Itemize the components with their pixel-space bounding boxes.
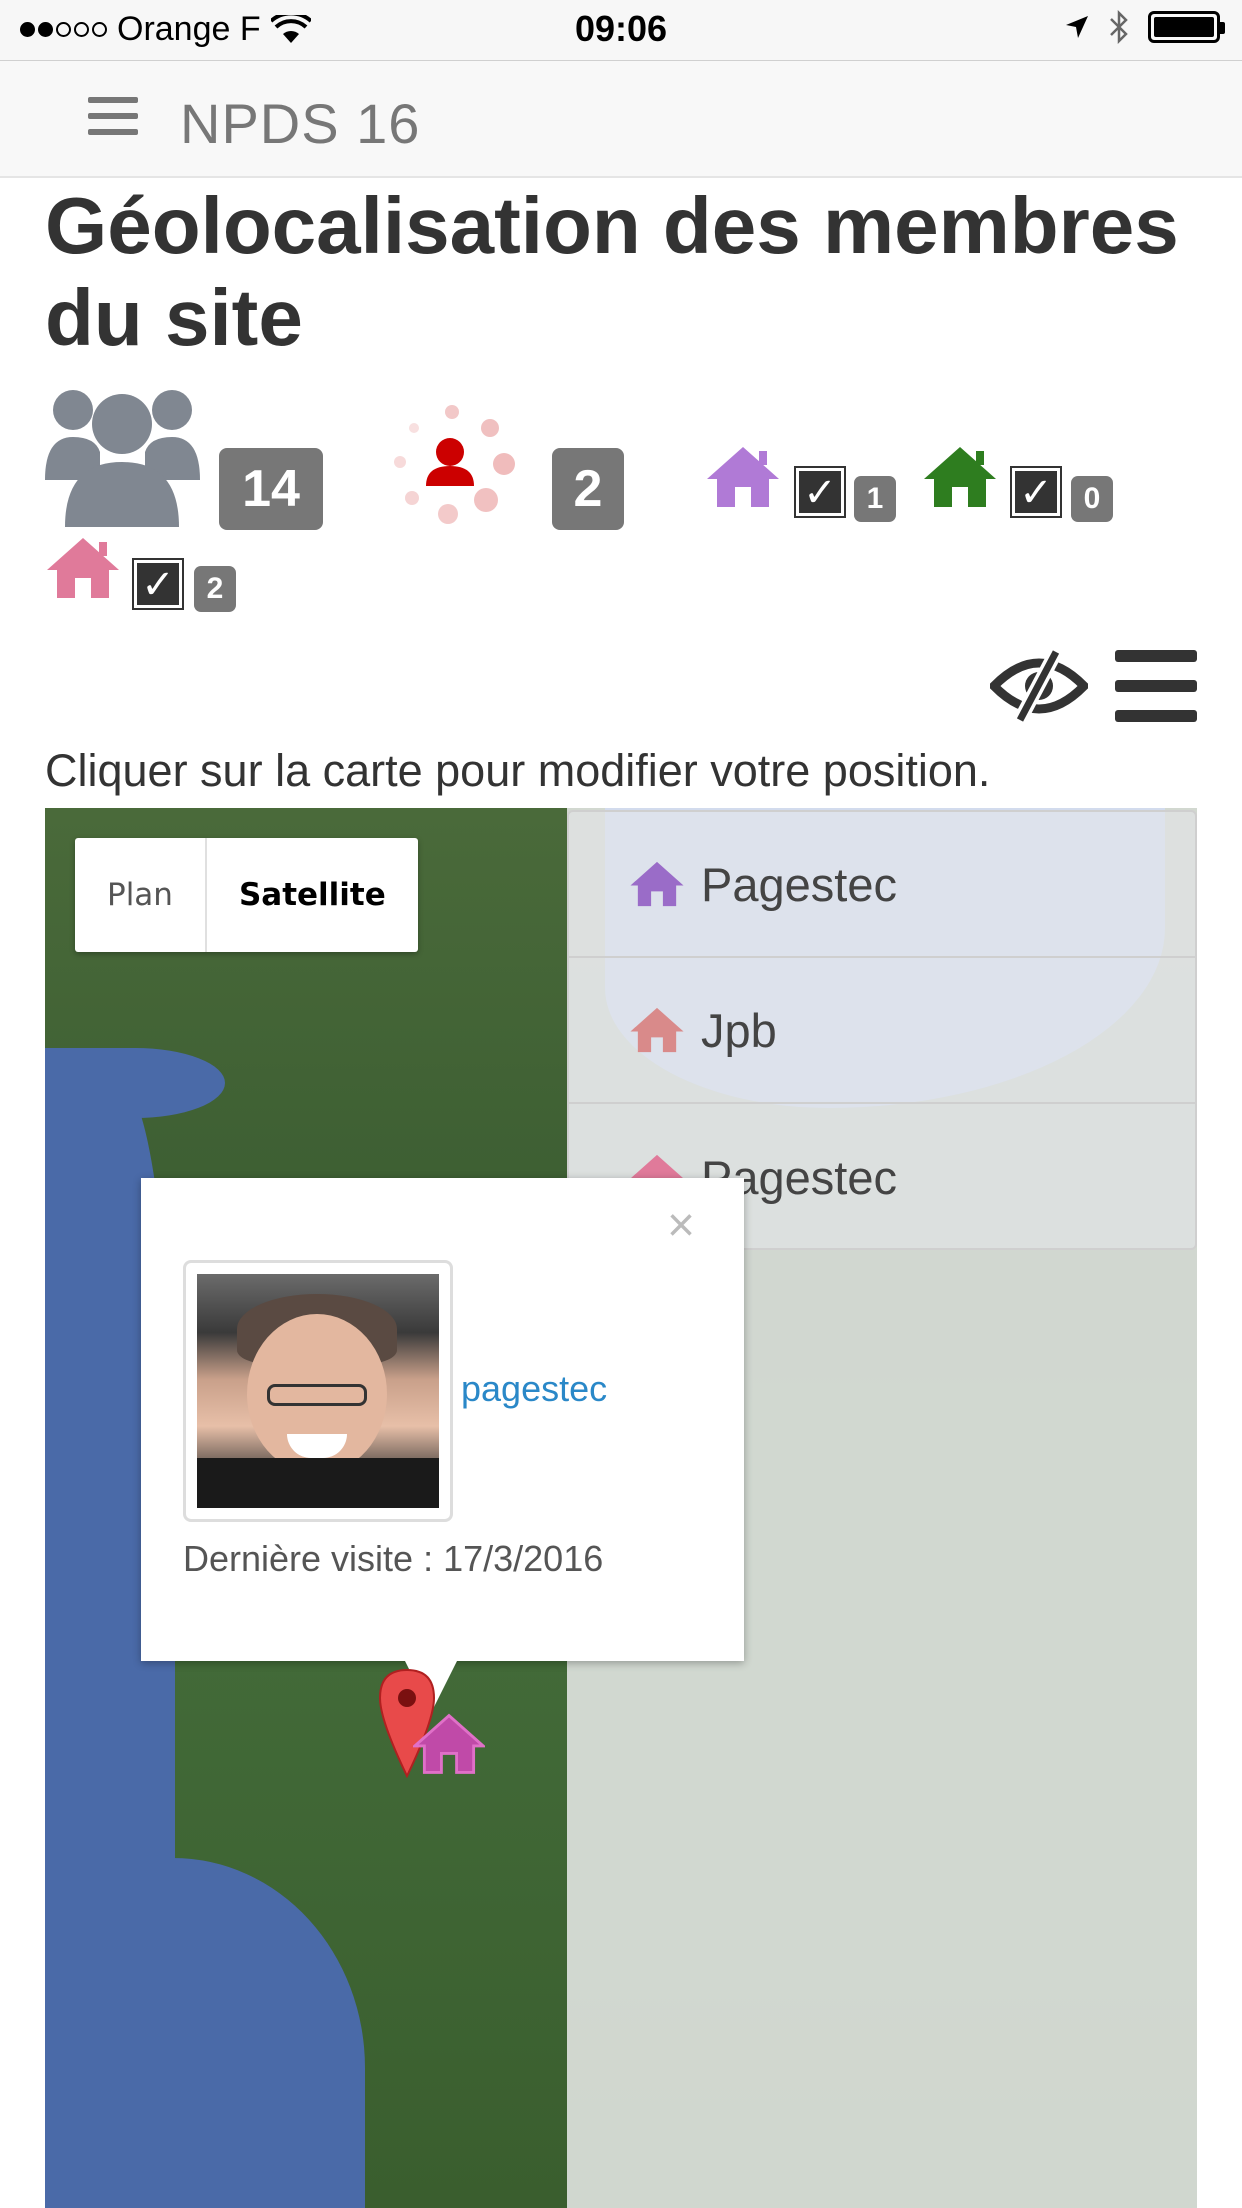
map-type-plan-button[interactable]: Plan	[75, 838, 207, 952]
home-icon[interactable]	[45, 536, 121, 600]
stats-row: 14 2 ✓ 1 ✓ 0 ✓ 2	[0, 370, 1242, 630]
home-icon	[630, 861, 684, 907]
legend-item[interactable]: Pagestec	[569, 812, 1195, 958]
avatar[interactable]	[183, 1260, 453, 1522]
filter-count-badge: 0	[1071, 476, 1113, 522]
location-arrow-icon	[1066, 16, 1088, 38]
navbar: NPDS 16	[0, 60, 1242, 178]
status-icons	[1064, 10, 1225, 44]
members-icon	[45, 390, 200, 527]
filter-checkbox[interactable]: ✓	[132, 558, 184, 610]
filter-checkbox[interactable]: ✓	[794, 466, 846, 518]
online-count-badge: 2	[552, 448, 624, 530]
map-hint: Cliquer sur la carte pour modifier votre…	[45, 745, 991, 796]
last-visit: Dernière visite : 17/3/2016	[183, 1538, 604, 1579]
map[interactable]: Plan Satellite Pagestec Jpb Pagestec × p…	[45, 808, 1197, 2208]
filter-count-badge: 1	[854, 476, 896, 522]
map-type-satellite-button[interactable]: Satellite	[207, 838, 418, 952]
home-icon[interactable]	[705, 445, 781, 509]
home-icon[interactable]	[922, 445, 998, 509]
layers-menu-icon[interactable]	[1115, 650, 1197, 722]
brand[interactable]: NPDS 16	[180, 91, 420, 156]
home-icon	[630, 1007, 684, 1053]
clock: 09:06	[574, 8, 668, 49]
legend-item[interactable]: Jpb	[569, 958, 1195, 1104]
filter-count-badge: 2	[194, 566, 236, 612]
home-icon[interactable]	[413, 1713, 485, 1775]
map-type-control: Plan Satellite	[75, 838, 418, 952]
filter-checkbox[interactable]: ✓	[1010, 466, 1062, 518]
online-spinner-icon	[394, 405, 515, 524]
hamburger-menu-icon[interactable]	[88, 97, 138, 141]
member-profile-link[interactable]: pagestec	[461, 1368, 607, 1410]
members-count-badge: 14	[219, 448, 323, 530]
legend-label: Jpb	[701, 1003, 777, 1057]
info-window: × pagestec Dernière visite : 17/3/2016	[141, 1178, 744, 1661]
status-bar: Orange F 09:06	[0, 0, 1242, 60]
close-icon[interactable]: ×	[667, 1198, 695, 1253]
eye-slash-icon[interactable]	[990, 650, 1088, 722]
legend-label: Pagestec	[701, 857, 897, 911]
battery-icon	[1148, 11, 1225, 43]
page-title: Géolocalisation des membres du site	[45, 181, 1179, 362]
bluetooth-icon	[1110, 10, 1128, 44]
